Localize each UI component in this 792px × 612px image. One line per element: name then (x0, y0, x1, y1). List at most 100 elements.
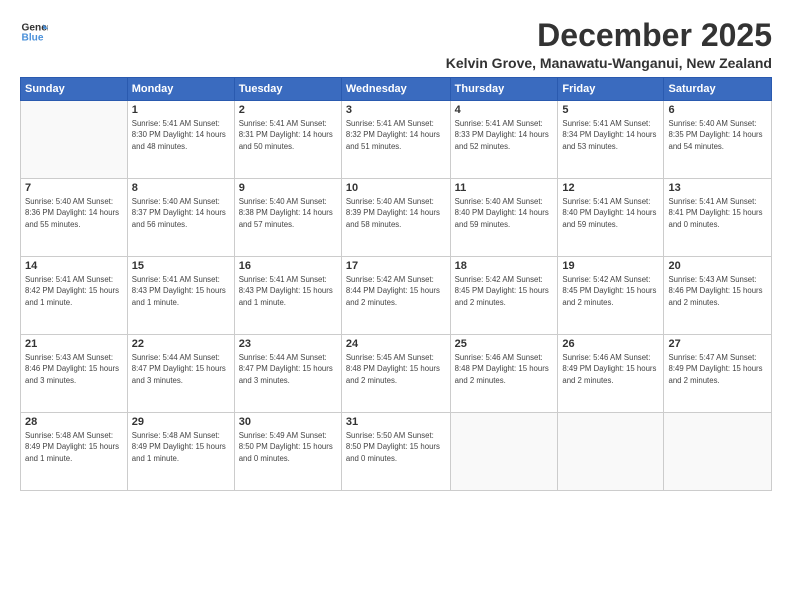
day-info: Sunrise: 5:40 AM Sunset: 8:37 PM Dayligh… (132, 196, 230, 230)
logo: General Blue (20, 18, 48, 46)
day-number: 12 (562, 182, 659, 194)
day-info: Sunrise: 5:40 AM Sunset: 8:39 PM Dayligh… (346, 196, 446, 230)
day-info: Sunrise: 5:47 AM Sunset: 8:49 PM Dayligh… (668, 352, 767, 386)
day-info: Sunrise: 5:44 AM Sunset: 8:47 PM Dayligh… (132, 352, 230, 386)
table-row: 29Sunrise: 5:48 AM Sunset: 8:49 PM Dayli… (127, 413, 234, 491)
day-info: Sunrise: 5:41 AM Sunset: 8:33 PM Dayligh… (455, 118, 554, 152)
header: General Blue December 2025 Kelvin Grove,… (20, 18, 772, 71)
table-row: 2 Sunrise: 5:41 AM Sunset: 8:31 PM Daylig… (234, 101, 341, 179)
day-number: 18 (455, 260, 554, 272)
table-row (558, 413, 664, 491)
table-row: 16 Sunrise: 5:41 AM Sunset: 8:43 PM Dayli… (234, 257, 341, 335)
day-info: Sunrise: 5:41 AM Sunset: 8:40 PM Dayligh… (562, 196, 659, 230)
day-number: 17 (346, 260, 446, 272)
day-info: Sunrise: 5:49 AM Sunset: 8:50 PM Dayligh… (239, 430, 337, 464)
day-info: Sunrise: 5:41 AM Sunset: 8:41 PM Dayligh… (668, 196, 767, 230)
day-number: 3 (346, 104, 446, 116)
table-row: 3 Sunrise: 5:41 AM Sunset: 8:32 PM Daylig… (341, 101, 450, 179)
day-info: Sunrise: 5:40 AM Sunset: 8:35 PM Dayligh… (668, 118, 767, 152)
table-row (21, 101, 128, 179)
table-row: 6 Sunrise: 5:40 AM Sunset: 8:35 PM Daylig… (664, 101, 772, 179)
table-row: 1Sunrise: 5:41 AM Sunset: 8:30 PM Daylig… (127, 101, 234, 179)
day-info: Sunrise: 5:41 AM Sunset: 8:30 PM Dayligh… (132, 118, 230, 152)
day-number: 14 (25, 260, 123, 272)
page: General Blue December 2025 Kelvin Grove,… (0, 0, 792, 612)
day-info: Sunrise: 5:41 AM Sunset: 8:34 PM Dayligh… (562, 118, 659, 152)
table-row: 10 Sunrise: 5:40 AM Sunset: 8:39 PM Dayli… (341, 179, 450, 257)
table-row: 5 Sunrise: 5:41 AM Sunset: 8:34 PM Daylig… (558, 101, 664, 179)
day-number: 24 (346, 338, 446, 350)
table-row: 12 Sunrise: 5:41 AM Sunset: 8:40 PM Dayli… (558, 179, 664, 257)
day-info: Sunrise: 5:41 AM Sunset: 8:32 PM Dayligh… (346, 118, 446, 152)
table-row: 19 Sunrise: 5:42 AM Sunset: 8:45 PM Dayli… (558, 257, 664, 335)
day-number: 30 (239, 416, 337, 428)
table-row: 30 Sunrise: 5:49 AM Sunset: 8:50 PM Dayli… (234, 413, 341, 491)
table-row: 13 Sunrise: 5:41 AM Sunset: 8:41 PM Dayli… (664, 179, 772, 257)
title-block: December 2025 Kelvin Grove, Manawatu-Wan… (446, 18, 772, 71)
table-row: 26 Sunrise: 5:46 AM Sunset: 8:49 PM Dayli… (558, 335, 664, 413)
day-number: 7 (25, 182, 123, 194)
day-number: 28 (25, 416, 123, 428)
col-saturday: Saturday (664, 78, 772, 101)
day-info: Sunrise: 5:50 AM Sunset: 8:50 PM Dayligh… (346, 430, 446, 464)
col-sunday: Sunday (21, 78, 128, 101)
day-info: Sunrise: 5:46 AM Sunset: 8:49 PM Dayligh… (562, 352, 659, 386)
day-number: 21 (25, 338, 123, 350)
table-row: 22 Sunrise: 5:44 AM Sunset: 8:47 PM Dayli… (127, 335, 234, 413)
table-row: 21 Sunrise: 5:43 AM Sunset: 8:46 PM Dayli… (21, 335, 128, 413)
col-wednesday: Wednesday (341, 78, 450, 101)
day-info: Sunrise: 5:42 AM Sunset: 8:45 PM Dayligh… (562, 274, 659, 308)
calendar-header-row: Sunday Monday Tuesday Wednesday Thursday… (21, 78, 772, 101)
table-row: 24 Sunrise: 5:45 AM Sunset: 8:48 PM Dayli… (341, 335, 450, 413)
day-info: Sunrise: 5:44 AM Sunset: 8:47 PM Dayligh… (239, 352, 337, 386)
day-number: 11 (455, 182, 554, 194)
table-row: 18 Sunrise: 5:42 AM Sunset: 8:45 PM Dayli… (450, 257, 558, 335)
table-row (450, 413, 558, 491)
main-title: December 2025 (446, 18, 772, 53)
table-row: 15Sunrise: 5:41 AM Sunset: 8:43 PM Dayli… (127, 257, 234, 335)
day-number: 5 (562, 104, 659, 116)
day-number: 2 (239, 104, 337, 116)
day-number: 15 (132, 260, 230, 272)
svg-text:Blue: Blue (22, 33, 44, 44)
table-row: 23 Sunrise: 5:44 AM Sunset: 8:47 PM Dayli… (234, 335, 341, 413)
day-info: Sunrise: 5:43 AM Sunset: 8:46 PM Dayligh… (668, 274, 767, 308)
day-number: 6 (668, 104, 767, 116)
table-row: 11 Sunrise: 5:40 AM Sunset: 8:40 PM Dayli… (450, 179, 558, 257)
day-info: Sunrise: 5:41 AM Sunset: 8:43 PM Dayligh… (239, 274, 337, 308)
day-number: 29 (132, 416, 230, 428)
table-row: 27Sunrise: 5:47 AM Sunset: 8:49 PM Dayli… (664, 335, 772, 413)
col-monday: Monday (127, 78, 234, 101)
day-number: 16 (239, 260, 337, 272)
day-info: Sunrise: 5:42 AM Sunset: 8:44 PM Dayligh… (346, 274, 446, 308)
table-row: 9Sunrise: 5:40 AM Sunset: 8:38 PM Daylig… (234, 179, 341, 257)
table-row: 17 Sunrise: 5:42 AM Sunset: 8:44 PM Dayli… (341, 257, 450, 335)
day-info: Sunrise: 5:41 AM Sunset: 8:42 PM Dayligh… (25, 274, 123, 308)
day-number: 9 (239, 182, 337, 194)
subtitle: Kelvin Grove, Manawatu-Wanganui, New Zea… (446, 55, 772, 71)
day-info: Sunrise: 5:42 AM Sunset: 8:45 PM Dayligh… (455, 274, 554, 308)
table-row (664, 413, 772, 491)
day-number: 4 (455, 104, 554, 116)
calendar-table: Sunday Monday Tuesday Wednesday Thursday… (20, 77, 772, 491)
col-thursday: Thursday (450, 78, 558, 101)
day-number: 13 (668, 182, 767, 194)
day-number: 8 (132, 182, 230, 194)
col-friday: Friday (558, 78, 664, 101)
day-number: 23 (239, 338, 337, 350)
day-info: Sunrise: 5:48 AM Sunset: 8:49 PM Dayligh… (25, 430, 123, 464)
col-tuesday: Tuesday (234, 78, 341, 101)
table-row: 7Sunrise: 5:40 AM Sunset: 8:36 PM Daylig… (21, 179, 128, 257)
table-row: 25Sunrise: 5:46 AM Sunset: 8:48 PM Dayli… (450, 335, 558, 413)
logo-icon: General Blue (20, 18, 48, 46)
table-row: 20Sunrise: 5:43 AM Sunset: 8:46 PM Dayli… (664, 257, 772, 335)
day-number: 26 (562, 338, 659, 350)
table-row: 31Sunrise: 5:50 AM Sunset: 8:50 PM Dayli… (341, 413, 450, 491)
day-info: Sunrise: 5:41 AM Sunset: 8:31 PM Dayligh… (239, 118, 337, 152)
day-number: 10 (346, 182, 446, 194)
day-info: Sunrise: 5:40 AM Sunset: 8:40 PM Dayligh… (455, 196, 554, 230)
day-number: 19 (562, 260, 659, 272)
day-number: 22 (132, 338, 230, 350)
day-info: Sunrise: 5:45 AM Sunset: 8:48 PM Dayligh… (346, 352, 446, 386)
day-info: Sunrise: 5:43 AM Sunset: 8:46 PM Dayligh… (25, 352, 123, 386)
